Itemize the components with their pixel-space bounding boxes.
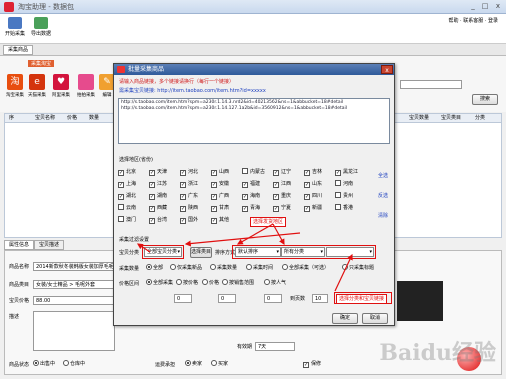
arrow-to-class <box>272 223 285 246</box>
arrow-to-cat-select <box>137 243 151 253</box>
arrow-to-link <box>334 253 353 292</box>
arrow-to-order <box>236 223 274 245</box>
annotation-arrows <box>137 223 353 292</box>
